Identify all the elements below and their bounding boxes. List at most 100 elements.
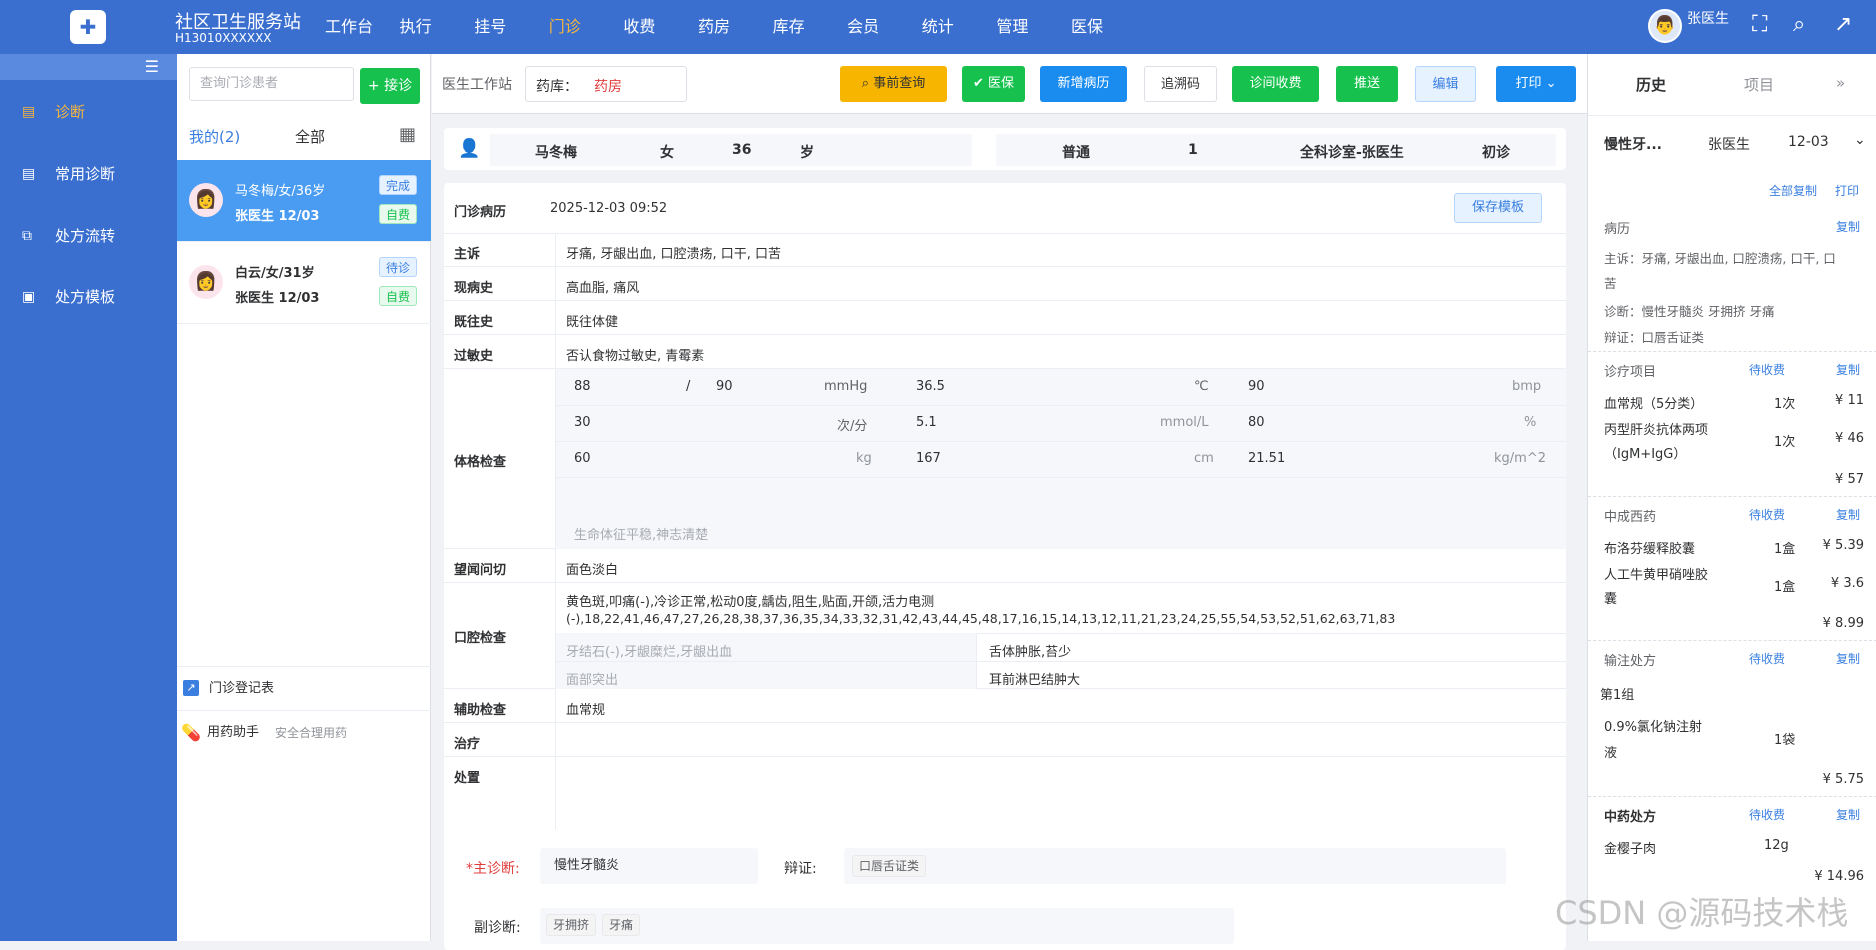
nav-register[interactable]: 挂号 (474, 0, 549, 54)
oral-field-b1[interactable]: 舌体肿胀,苔少 (989, 641, 1071, 660)
nav-pharmacy[interactable]: 药房 (698, 0, 773, 54)
syndrome-field[interactable]: 口唇舌证类 (844, 848, 1506, 884)
sidebar-item-template[interactable]: ▣ 处方模板 (0, 277, 177, 317)
toolbar: 医生工作站 药库： 药房 ⌕ 事前查询 ✔ 医保 新增病历 追溯码 诊间收费 推… (432, 54, 1587, 114)
save-template-button[interactable]: 保存模板 (1454, 193, 1542, 223)
oral-exam-field[interactable]: 黄色斑,叩痛(-),冷诊正常,松动0度,龋齿,阻生,贴面,开颌,活力电测 (566, 591, 934, 610)
fullscreen-icon[interactable]: ⛶ (1752, 12, 1767, 38)
pay-badge: 自费 (379, 204, 417, 224)
copy-link[interactable]: 复制 (1836, 361, 1860, 378)
past-history-field[interactable]: 既往体健 (566, 311, 618, 330)
handling-field[interactable] (566, 767, 1556, 787)
complaint-field[interactable]: 牙痛, 牙龈出血, 口腔溃疡, 口干, 口苦 (566, 243, 781, 262)
tab-all[interactable]: 全部 (295, 126, 325, 147)
nav-manage[interactable]: 管理 (996, 0, 1071, 54)
pre-query-button[interactable]: ⌕ 事前查询 (840, 66, 947, 102)
sidebar-item-common-diagnosis[interactable]: ▤ 常用诊断 (0, 154, 177, 194)
pulse[interactable]: 90 (1248, 379, 1265, 394)
exam-note-field[interactable]: 生命体征平稳,神志清楚 (574, 524, 708, 543)
pill-icon: 💊 (181, 723, 201, 742)
copy-link[interactable]: 复制 (1836, 650, 1860, 667)
copy-link[interactable]: 复制 (1836, 806, 1860, 823)
present-history-field[interactable]: 高血脂, 痛风 (566, 277, 639, 296)
calendar-icon[interactable]: ▦ (399, 124, 416, 145)
nav-outpatient[interactable]: 门诊 (549, 0, 624, 54)
treatment-field[interactable] (566, 733, 1556, 753)
search-icon[interactable]: ⌕ (1793, 12, 1805, 38)
copy-all-link[interactable]: 全部复制 (1769, 182, 1817, 199)
user-avatar[interactable]: 👨 (1648, 9, 1682, 43)
tab-mine[interactable]: 我的(2) (189, 126, 240, 147)
row-present-history: 现病史 高血脂, 痛风 (444, 267, 1566, 301)
copy-link[interactable]: 复制 (1836, 506, 1860, 523)
oral-field-b2[interactable]: 耳前淋巴结肿大 (989, 669, 1080, 688)
nav-member[interactable]: 会员 (847, 0, 922, 54)
chevron-down-icon[interactable]: ⌄ (1854, 132, 1866, 148)
nav-inventory[interactable]: 库存 (773, 0, 848, 54)
nav-execute[interactable]: 执行 (400, 0, 475, 54)
nav-stats[interactable]: 统计 (922, 0, 997, 54)
diagnosis-icon: ▤ (22, 104, 36, 120)
pending-label: 待收费 (1749, 508, 1786, 522)
watermark: CSDN @源码技术栈 (1555, 894, 1849, 932)
weight[interactable]: 60 (574, 451, 591, 466)
sub-diagnosis-field[interactable]: 牙拥挤 牙痛 (540, 908, 1234, 944)
sub-diagnosis-tag: 牙痛 (602, 914, 641, 936)
history-date: 12-03 (1788, 134, 1829, 150)
patient-card[interactable]: 👩 白云/女/31岁 张医生 12/03 待诊 自费 (177, 242, 431, 324)
patient-search-input[interactable]: 查询门诊患者 (189, 67, 354, 101)
visit-number: 1 (1188, 142, 1198, 158)
collapse-icon[interactable]: ☰ (0, 54, 177, 80)
bmi[interactable]: 21.51 (1248, 451, 1285, 466)
blood-glucose[interactable]: 5.1 (916, 415, 937, 430)
respiration[interactable]: 30 (574, 415, 591, 430)
tab-items[interactable]: 项目 (1744, 74, 1774, 95)
pharmacy-select[interactable]: 药库： 药房 (525, 66, 687, 102)
sidebar-item-flow[interactable]: ⧉ 处方流转 (0, 216, 177, 256)
temperature[interactable]: 36.5 (916, 379, 945, 394)
medication-assistant-link[interactable]: 💊 用药助手 安全合理用药 (177, 710, 431, 754)
sidebar-item-diagnosis[interactable]: ▤ 诊断 (0, 92, 177, 132)
spo2[interactable]: 80 (1248, 415, 1265, 430)
user-name[interactable]: 张医生 (1687, 8, 1729, 28)
main-diagnosis-field[interactable]: 慢性牙髓炎 (540, 848, 758, 884)
patient-card[interactable]: 👩 马冬梅/女/36岁 张医生 12/03 完成 自费 (177, 160, 431, 242)
assist-label: 用药助手 (207, 725, 260, 740)
tab-history[interactable]: 历史 (1636, 74, 1666, 95)
nav-workbench[interactable]: 工作台 (325, 0, 400, 54)
nav-charge[interactable]: 收费 (623, 0, 698, 54)
patient-doctor: 张医生 12/03 (235, 291, 320, 306)
receive-button[interactable]: + 接诊 (360, 68, 420, 104)
row-treatment: 治疗 (444, 723, 1566, 757)
push-button[interactable]: 推送 (1336, 66, 1398, 102)
trace-code-button[interactable]: 追溯码 (1144, 66, 1217, 102)
sub-diagnosis-tag: 牙拥挤 (546, 914, 597, 936)
medical-record-panel: 门诊病历 2025-12-03 09:52 保存模板 主诉 牙痛, 牙龈出血, … (444, 183, 1566, 863)
patient-info: 白云/女/31岁 (235, 266, 315, 281)
edit-button[interactable]: 编辑 (1415, 66, 1476, 102)
print-link[interactable]: 打印 (1835, 182, 1859, 199)
history-doctor: 张医生 (1708, 137, 1750, 153)
sidebar-item-label: 诊断 (55, 103, 86, 121)
oral-field-a1[interactable]: 牙结石(-),牙龈糜烂,牙龈出血 (566, 641, 732, 660)
allergy-field[interactable]: 否认食物过敏史, 青霉素 (566, 345, 704, 364)
double-chevron-right-icon[interactable]: » (1836, 74, 1845, 92)
external-link-icon[interactable]: ↗ (1834, 12, 1852, 38)
insurance-button[interactable]: ✔ 医保 (962, 66, 1025, 102)
register-form-link[interactable]: ↗ 门诊登记表 (177, 666, 431, 710)
bp-diastolic[interactable]: 90 (716, 379, 733, 394)
print-button[interactable]: 打印 ⌄ (1496, 66, 1576, 102)
nav-insurance[interactable]: 医保 (1071, 0, 1146, 54)
oral-field-a2[interactable]: 面部突出 (566, 669, 618, 688)
row-allergy: 过敏史 否认食物过敏史, 青霉素 (444, 335, 1566, 369)
new-record-button[interactable]: 新增病历 (1040, 66, 1127, 102)
tcm-field[interactable]: 面色淡白 (566, 559, 618, 578)
clinic-charge-button[interactable]: 诊间收费 (1232, 66, 1319, 102)
copy-link[interactable]: 复制 (1836, 218, 1860, 235)
height[interactable]: 167 (916, 451, 941, 466)
aux-exam-field[interactable]: 血常规 (566, 699, 605, 718)
sub-diagnosis-label: 副诊断: (474, 920, 521, 936)
first-visit: 初诊 (1482, 145, 1510, 161)
bp-systolic[interactable]: 88 (574, 379, 591, 394)
pharmacy-label: 药库： (536, 79, 578, 95)
